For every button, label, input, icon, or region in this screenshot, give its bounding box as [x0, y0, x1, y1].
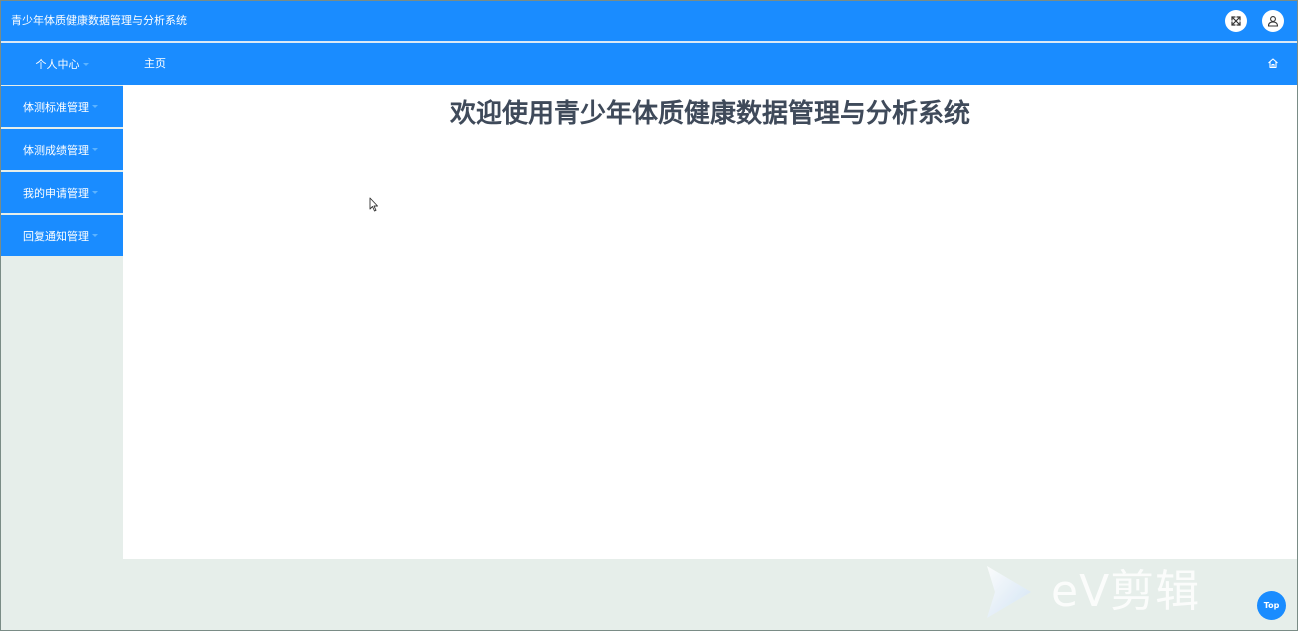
nav-personal-center-label: 个人中心 — [35, 58, 80, 71]
mouse-cursor-icon — [369, 197, 378, 212]
chevron-down-icon — [82, 62, 89, 66]
sidebar-item-reply-notifications[interactable]: 回复通知管理 — [1, 215, 123, 256]
nav-home-link[interactable]: 主页 — [144, 57, 166, 71]
sidebar-item-test-standards[interactable]: 体测标准管理 — [1, 86, 123, 127]
welcome-heading: 欢迎使用青少年体质健康数据管理与分析系统 — [449, 99, 970, 129]
nav-bar: 个人中心 主页 — [1, 43, 1297, 85]
fullscreen-toggle-icon — [1231, 16, 1241, 26]
play-logo-icon — [987, 566, 1031, 618]
sidebar: 体测标准管理 体测成绩管理 我的申请管理 回复通知管理 — [1, 85, 123, 630]
chevron-down-icon — [92, 148, 98, 151]
app-title: 青少年体质健康数据管理与分析系统 — [11, 14, 187, 27]
nav-personal-center[interactable]: 个人中心 — [1, 43, 123, 85]
main-content: 欢迎使用青少年体质健康数据管理与分析系统 — [123, 85, 1297, 559]
top-bar: 青少年体质健康数据管理与分析系统 — [1, 1, 1297, 41]
sidebar-item-label: 体测成绩管理 — [23, 143, 89, 157]
user-icon — [1267, 16, 1279, 27]
watermark-text: eV剪辑 — [1051, 566, 1201, 617]
chevron-down-icon — [92, 234, 98, 237]
app-window: 青少年体质健康数据管理与分析系统 个人中心 主页 体测标准管理 体测成绩管理 我… — [0, 0, 1298, 631]
sidebar-item-label: 回复通知管理 — [23, 229, 89, 243]
back-to-top-button[interactable]: Top — [1257, 591, 1286, 620]
sidebar-item-label: 体测标准管理 — [23, 100, 89, 114]
sidebar-item-my-applications[interactable]: 我的申请管理 — [1, 172, 123, 213]
fullscreen-toggle-button[interactable] — [1225, 10, 1247, 32]
sidebar-item-label: 我的申请管理 — [23, 186, 89, 200]
sidebar-item-test-scores[interactable]: 体测成绩管理 — [1, 129, 123, 170]
home-icon[interactable] — [1267, 57, 1279, 69]
chevron-down-icon — [92, 191, 98, 194]
ev-watermark: eV剪辑 — [983, 563, 1233, 621]
user-profile-button[interactable] — [1262, 10, 1284, 32]
chevron-down-icon — [92, 105, 98, 108]
